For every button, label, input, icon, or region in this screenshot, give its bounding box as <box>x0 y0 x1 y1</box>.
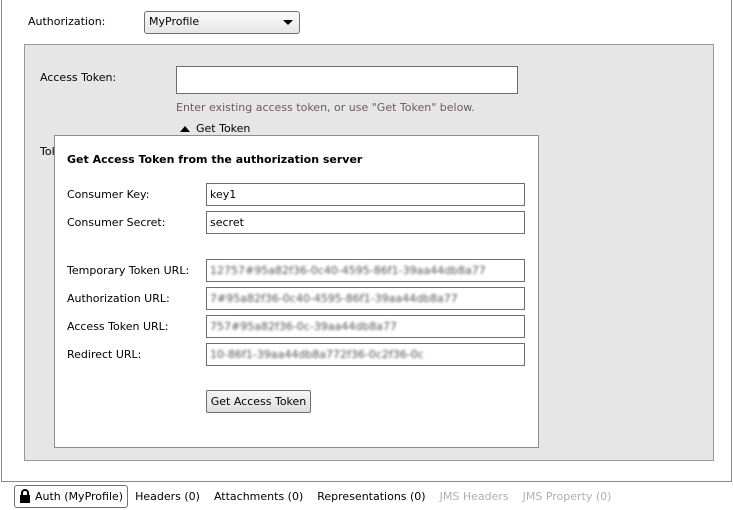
field-value: 12757#95a82f36-0c40-4595-86f1-39aa44db8a… <box>210 264 486 277</box>
field-label: Temporary Token URL: <box>67 264 190 277</box>
lock-icon <box>20 489 30 503</box>
access-token-hint: Enter existing access token, or use "Get… <box>176 101 475 114</box>
field-input[interactable]: 10-86f1-39aa44db8a772f36-0c2f36-0c <box>206 343 525 366</box>
tab-3[interactable]: Representations (0) <box>310 490 432 503</box>
tab-2[interactable]: Attachments (0) <box>207 490 310 503</box>
access-token-input[interactable] <box>176 66 518 94</box>
field-input[interactable]: secret <box>206 211 525 234</box>
tab-label: Representations (0) <box>317 489 426 503</box>
field-value: 7#95a82f36-0c40-4595-86f1-39aa44db8a77 <box>210 292 458 305</box>
tab-bar: Auth (MyProfile) Headers (0) Attachments (… <box>14 484 618 508</box>
access-token-label: Access Token: <box>40 71 117 84</box>
authorization-select[interactable]: MyProfile <box>144 11 300 34</box>
get-token-label: Get Token <box>196 122 251 135</box>
tab-0[interactable]: Auth (MyProfile) <box>14 484 129 508</box>
authorization-label: Authorization: <box>28 15 106 28</box>
tab-4[interactable]: JMS Headers <box>433 490 516 503</box>
field-input[interactable]: 7#95a82f36-0c40-4595-86f1-39aa44db8a77 <box>206 287 525 310</box>
field-value: key1 <box>210 188 237 201</box>
authorization-value: MyProfile <box>149 15 200 28</box>
field-input[interactable]: 757#95a82f36-0c-39aa44db8a77 <box>206 315 525 338</box>
field-label: Consumer Secret: <box>67 216 166 229</box>
tab-label: Headers (0) <box>135 489 200 503</box>
chevron-down-icon <box>283 20 293 25</box>
tab-label: Auth (MyProfile) <box>35 489 124 503</box>
field-value: 10-86f1-39aa44db8a772f36-0c2f36-0c <box>210 348 424 361</box>
field-input[interactable]: key1 <box>206 183 525 206</box>
tab-label: JMS Property (0) <box>522 489 612 503</box>
tab-1[interactable]: Headers (0) <box>128 490 207 503</box>
field-label: Access Token URL: <box>67 320 169 333</box>
get-token-toggle[interactable]: Get Token <box>180 122 250 135</box>
field-label: Authorization URL: <box>67 292 170 305</box>
field-label: Redirect URL: <box>67 348 142 361</box>
get-access-token-button[interactable]: Get Access Token <box>206 390 311 413</box>
triangle-up-icon <box>180 125 190 132</box>
tab-label: Attachments (0) <box>213 489 304 503</box>
field-value: secret <box>210 216 244 229</box>
field-label: Consumer Key: <box>67 188 150 201</box>
popup-title: Get Access Token from the authorization … <box>67 153 363 166</box>
field-input[interactable]: 12757#95a82f36-0c40-4595-86f1-39aa44db8a… <box>206 259 525 282</box>
tab-label: JMS Headers <box>439 489 509 503</box>
tab-5[interactable]: JMS Property (0) <box>516 490 619 503</box>
field-value: 757#95a82f36-0c-39aa44db8a77 <box>210 320 397 333</box>
